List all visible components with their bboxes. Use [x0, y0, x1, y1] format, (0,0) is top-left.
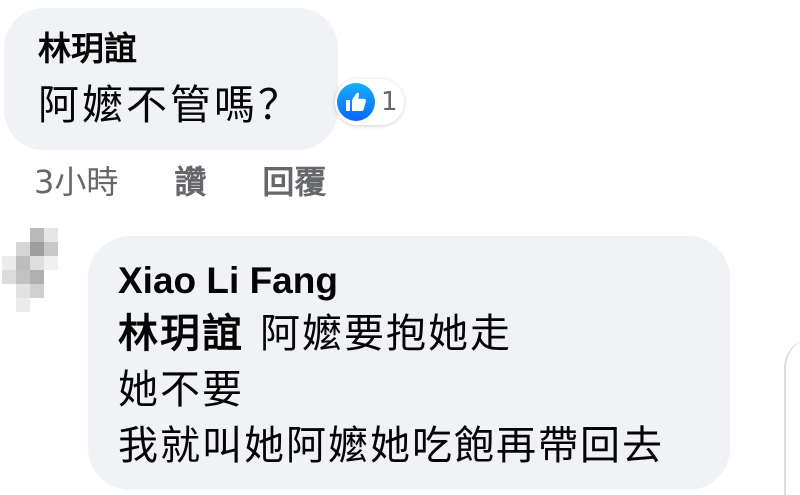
scroll-edge-divider [784, 338, 800, 495]
reply-first-line: 阿嬤要抱她走 [260, 311, 512, 357]
mention-tag[interactable]: 林玥誼 [118, 311, 244, 357]
like-button[interactable]: 讚 [174, 157, 206, 203]
reply-button[interactable]: 回覆 [262, 157, 326, 203]
comment-text: 阿嬤不管嗎？ [38, 81, 302, 129]
thumbs-up-icon [337, 83, 375, 121]
reply-line-2: 她不要 [118, 367, 244, 413]
reply-line-1: 林玥誼 阿嬤要抱她走 [118, 306, 730, 362]
reply-author-name[interactable]: Xiao Li Fang [118, 258, 730, 304]
reaction-badge[interactable]: 1 [335, 79, 404, 125]
reaction-count: 1 [381, 87, 398, 117]
avatar[interactable] [0, 228, 62, 312]
reply-text: 林玥誼 阿嬤要抱她走 她不要 我就叫她阿嬤她吃飽再帶回去 [118, 306, 730, 474]
comment-bubble: 林玥誼 阿嬤不管嗎？ [4, 8, 338, 150]
comment-thread: 林玥誼 阿嬤不管嗎？ 1 3小時 讚 回覆 Xiao Li Fang 林玥誼 阿… [0, 0, 800, 495]
comment-actions: 3小時 讚 回覆 [34, 158, 326, 202]
reply-bubble: Xiao Li Fang 林玥誼 阿嬤要抱她走 她不要 我就叫她阿嬤她吃飽再帶回去 [88, 236, 730, 490]
comment-timestamp[interactable]: 3小時 [34, 157, 118, 203]
reply-line-3: 我就叫她阿嬤她吃飽再帶回去 [118, 423, 664, 469]
comment-author-name[interactable]: 林玥誼 [38, 28, 338, 70]
